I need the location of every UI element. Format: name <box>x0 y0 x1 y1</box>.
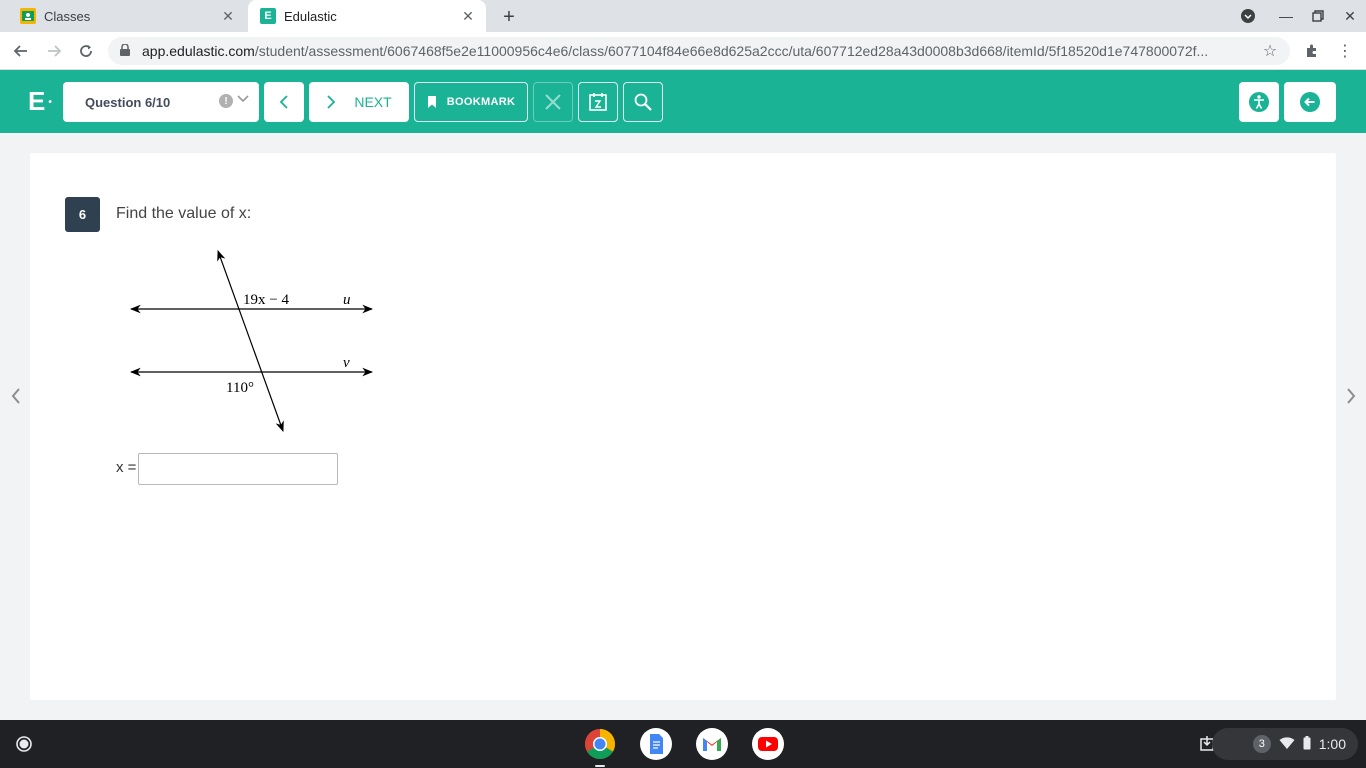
chrome-app-icon[interactable] <box>584 728 616 760</box>
lock-icon <box>120 42 134 59</box>
url-text: app.edulastic.com/student/assessment/606… <box>142 43 1209 59</box>
docs-app-icon[interactable] <box>640 728 672 760</box>
chevron-down-icon <box>237 92 249 106</box>
tab-title: Classes <box>44 8 91 24</box>
tab-title: Edulastic <box>284 8 337 24</box>
gmail-app-icon[interactable] <box>696 728 728 760</box>
warning-icon: ! <box>219 94 233 108</box>
launcher-icon[interactable] <box>8 728 40 760</box>
accessibility-icon <box>1249 92 1269 112</box>
transversal-line <box>217 249 284 433</box>
restore-icon[interactable] <box>1308 6 1328 26</box>
close-window-icon[interactable]: ✕ <box>1340 6 1360 26</box>
angle-label-bottom: 110° <box>226 380 254 396</box>
magnifier-button[interactable] <box>623 82 663 122</box>
question-selector-label: Question 6/10 <box>85 94 171 110</box>
scratchpad-button[interactable] <box>578 82 618 122</box>
eliminator-button[interactable] <box>533 82 573 122</box>
youtube-app-icon[interactable] <box>752 728 784 760</box>
bookmark-button[interactable]: BOOKMARK <box>414 82 528 122</box>
back-arrow-icon[interactable] <box>10 40 32 62</box>
classroom-icon <box>20 8 36 24</box>
os-shelf: 3 1:00 <box>0 720 1366 768</box>
browser-menu-icon[interactable]: ⋮ <box>1334 40 1356 62</box>
next-button[interactable]: NEXT <box>309 82 409 122</box>
minimize-icon[interactable]: — <box>1276 6 1296 26</box>
extensions-puzzle-icon[interactable] <box>1301 40 1323 62</box>
question-number: 6 <box>65 197 100 232</box>
bookmark-icon <box>427 96 436 108</box>
forward-arrow-icon[interactable] <box>43 40 65 62</box>
chevron-right-icon <box>327 95 336 109</box>
status-tray[interactable]: 3 1:00 <box>1212 728 1358 760</box>
line-label-v: v <box>343 355 350 371</box>
previous-button[interactable] <box>264 82 304 122</box>
new-tab-plus-icon[interactable]: + <box>498 6 520 28</box>
notification-count: 3 <box>1252 735 1271 753</box>
accessibility-button[interactable] <box>1239 82 1279 122</box>
clock-time: 1:00 <box>1318 736 1346 752</box>
line-label-u: u <box>343 292 351 308</box>
wifi-icon <box>1279 736 1295 753</box>
tab-strip: Classes ✕ E Edulastic ✕ + — ✕ <box>0 0 1366 32</box>
question-prompt: Find the value of x: <box>116 205 252 222</box>
next-label: NEXT <box>354 94 392 110</box>
tab-edulastic[interactable]: E Edulastic ✕ <box>248 0 486 32</box>
close-icon <box>545 94 561 110</box>
browser-toolbar: app.edulastic.com/student/assessment/606… <box>0 32 1366 70</box>
address-bar[interactable]: app.edulastic.com/student/assessment/606… <box>108 37 1290 65</box>
question-selector[interactable]: Question 6/10 ! <box>63 82 259 122</box>
reload-icon[interactable] <box>75 40 97 62</box>
tab-classes[interactable]: Classes ✕ <box>8 0 246 32</box>
close-icon[interactable]: ✕ <box>458 6 478 26</box>
battery-icon <box>1303 735 1311 753</box>
scratchpad-icon <box>589 93 607 111</box>
previous-question-arrow-icon[interactable] <box>6 384 26 408</box>
bookmark-star-icon[interactable]: ☆ <box>1258 41 1282 61</box>
answer-input[interactable] <box>138 453 338 485</box>
exit-button[interactable] <box>1284 82 1336 122</box>
close-icon[interactable]: ✕ <box>218 6 238 26</box>
edulastic-logo: E • <box>28 86 52 116</box>
exit-icon <box>1300 92 1320 112</box>
active-app-indicator <box>595 765 605 767</box>
tab-search-icon[interactable] <box>1238 6 1258 26</box>
assessment-header: E • Question 6/10 ! NEXT BOOKMARK <box>0 70 1366 133</box>
parallel-lines-diagram: 19x − 4 u v 110° <box>129 249 374 433</box>
angle-label-top: 19x − 4 <box>243 292 289 308</box>
edulastic-icon: E <box>260 8 276 24</box>
magnifier-icon <box>634 93 652 111</box>
next-question-arrow-icon[interactable] <box>1341 384 1361 408</box>
answer-label: x = <box>116 459 137 476</box>
bookmark-label: BOOKMARK <box>446 96 516 108</box>
question-card: 6 Find the value of x: 19x − 4 u v 110° … <box>30 153 1336 700</box>
